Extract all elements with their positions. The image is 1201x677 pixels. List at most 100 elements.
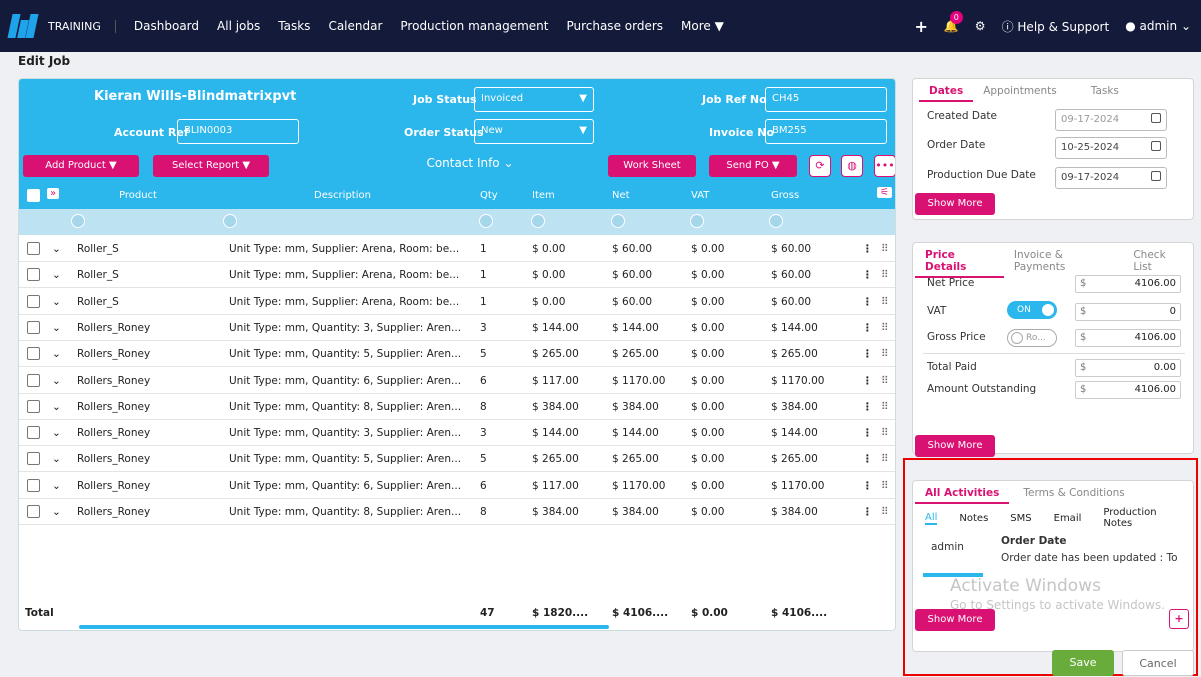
price-show-more-button[interactable]: Show More [915,435,995,457]
col-gross[interactable]: Gross [771,190,799,201]
kebab-menu-icon[interactable]: ⋮ [862,296,873,308]
invoice-no-field[interactable]: BM255 [765,119,887,144]
row-checkbox[interactable] [27,373,40,387]
select-all-checkbox[interactable] [27,189,40,202]
help-link[interactable]: ⓘ Help & Support [1002,18,1110,35]
chevron-down-icon[interactable]: ⌄ [52,506,61,518]
search-icon[interactable] [531,214,545,228]
kebab-menu-icon[interactable]: ⋮ [862,348,873,360]
search-icon[interactable] [611,214,625,228]
col-vat[interactable]: VAT [691,190,709,201]
grid-icon[interactable]: ⠿ [881,296,889,308]
col-qty[interactable]: Qty [480,190,498,201]
col-net[interactable]: Net [612,190,630,201]
kebab-menu-icon[interactable]: ⋮ [862,375,873,387]
order-date-field[interactable]: 10-25-2024 [1055,137,1167,159]
kebab-menu-icon[interactable]: ⋮ [862,401,873,413]
kebab-menu-icon[interactable]: ⋮ [862,269,873,281]
chevron-down-icon[interactable]: ⌄ [52,375,61,387]
job-status-select[interactable]: Invoiced ▼ [474,87,594,112]
subtab-sms[interactable]: SMS [1010,513,1031,524]
activities-show-more-button[interactable]: Show More [915,609,995,631]
table-row[interactable]: ⌄ Rollers_Roney Unit Type: mm, Quantity: 3… [19,315,895,341]
table-row[interactable]: ⌄ Rollers_Roney Unit Type: mm, Quantity: 5… [19,341,895,368]
expand-all-icon[interactable]: » [47,188,60,199]
job-ref-field[interactable]: CH45 [765,87,887,112]
chevron-down-icon[interactable]: ⌄ [52,322,61,334]
chevron-down-icon[interactable]: ⌄ [52,296,61,308]
vat-field[interactable]: $0 [1075,303,1181,321]
table-row[interactable]: ⌄ Rollers_Roney Unit Type: mm, Quantity: 6… [19,473,895,499]
gear-icon[interactable]: ⚙ [975,19,986,33]
nav-calendar[interactable]: Calendar [328,19,382,33]
tab-invoice-payments[interactable]: Invoice & Payments [1004,249,1119,278]
save-button[interactable]: Save [1052,650,1114,676]
row-checkbox[interactable] [27,452,40,466]
grid-icon[interactable]: ⠿ [881,322,889,334]
tab-appointments[interactable]: Appointments [973,85,1067,102]
tab-price-details[interactable]: Price Details [915,249,1004,278]
row-checkbox[interactable] [27,320,40,334]
chevron-down-icon[interactable]: ⌄ [52,480,61,492]
kebab-menu-icon[interactable]: ⋮ [862,480,873,492]
grid-icon[interactable]: ⠿ [881,480,889,492]
add-activity-icon[interactable]: + [1169,609,1189,629]
grid-icon[interactable]: ⠿ [881,243,889,255]
kebab-menu-icon[interactable]: ⋮ [862,453,873,465]
grid-icon[interactable]: ⠿ [881,453,889,465]
col-product[interactable]: Product [119,190,157,201]
send-po-button[interactable]: Send PO ▼ [709,155,797,177]
chevron-down-icon[interactable]: ⌄ [52,243,61,255]
column-settings-icon[interactable]: ⚟ [877,187,892,198]
table-row[interactable]: ⌄ Rollers_Roney Unit Type: mm, Quantity: 3… [19,420,895,447]
col-item[interactable]: Item [532,190,555,201]
horizontal-scrollbar[interactable] [79,625,609,629]
tab-terms-conditions[interactable]: Terms & Conditions [1013,487,1134,504]
kebab-menu-icon[interactable]: ⋮ [862,322,873,334]
tab-dates[interactable]: Dates [919,85,974,102]
grid-icon[interactable]: ⠿ [881,506,889,518]
grid-icon[interactable]: ⠿ [881,401,889,413]
row-checkbox[interactable] [27,426,40,440]
kebab-menu-icon[interactable]: ⋮ [862,243,873,255]
subtab-notes[interactable]: Notes [959,513,988,524]
order-status-select[interactable]: New ▼ [474,119,594,144]
chevron-down-icon[interactable]: ⌄ [52,348,61,360]
nav-all-jobs[interactable]: All jobs [217,19,260,33]
table-row[interactable]: ⌄ Roller_S Unit Type: mm, Supplier: Arena,… [19,262,895,289]
row-checkbox[interactable] [27,347,40,361]
globe-icon[interactable]: ◍ [841,155,863,177]
app-logo[interactable] [7,14,39,38]
production-due-date-field[interactable]: 09-17-2024 [1055,167,1167,189]
more-options-icon[interactable]: ••• [874,155,895,177]
dates-show-more-button[interactable]: Show More [915,193,995,215]
gross-toggle[interactable]: Ro... [1007,329,1057,347]
calendar-icon[interactable] [1151,171,1161,181]
search-icon[interactable] [479,214,493,228]
chevron-down-icon[interactable]: ⌄ [52,427,61,439]
subtab-all[interactable]: All [925,512,938,525]
search-icon[interactable] [71,214,85,228]
subtab-production-notes[interactable]: Production Notes [1103,507,1187,529]
nav-tasks[interactable]: Tasks [278,19,310,33]
table-row[interactable]: ⌄ Roller_S Unit Type: mm, Supplier: Arena,… [19,236,895,262]
plus-icon[interactable]: + [914,17,927,36]
cancel-button[interactable]: Cancel [1122,650,1194,676]
row-checkbox[interactable] [27,505,40,518]
subtab-email[interactable]: Email [1054,513,1082,524]
tab-check-list[interactable]: Check List [1123,249,1193,278]
table-row[interactable]: ⌄ Rollers_Roney Unit Type: mm, Quantity: 5… [19,446,895,473]
nav-purchase-orders[interactable]: Purchase orders [566,19,663,33]
search-icon[interactable] [769,214,783,228]
grid-icon[interactable]: ⠿ [881,348,889,360]
grid-icon[interactable]: ⠿ [881,427,889,439]
table-row[interactable]: ⌄ Roller_S Unit Type: mm, Supplier: Arena,… [19,289,895,315]
account-ref-field[interactable]: BLIN0003 [177,119,299,144]
bell-icon[interactable]: 🔔 0 [944,11,963,33]
kebab-menu-icon[interactable]: ⋮ [862,427,873,439]
grid-icon[interactable]: ⠿ [881,269,889,281]
row-checkbox[interactable] [27,294,40,308]
vat-toggle[interactable]: ON [1007,301,1057,319]
refresh-icon[interactable]: ⟳ [809,155,831,177]
nav-production-management[interactable]: Production management [400,19,548,33]
